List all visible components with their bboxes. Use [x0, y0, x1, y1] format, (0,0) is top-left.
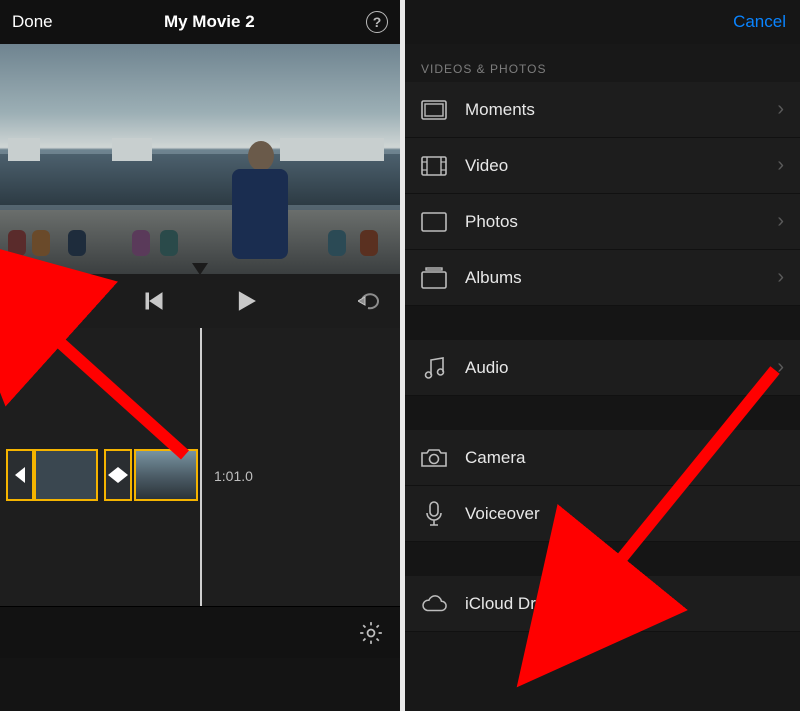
row-moments[interactable]: Moments ›: [405, 82, 800, 138]
video-icon: [421, 155, 447, 177]
project-title: My Movie 2: [164, 12, 255, 32]
audio-icon: [421, 357, 447, 379]
chevron-right-icon: ›: [777, 154, 784, 177]
row-photos[interactable]: Photos ›: [405, 194, 800, 250]
microphone-icon: [421, 503, 447, 525]
row-label: Voiceover: [465, 504, 784, 524]
row-icloud-drive[interactable]: iCloud Drive: [405, 576, 800, 632]
timeline[interactable]: 1:01.0: [0, 328, 400, 658]
row-label: Camera: [465, 448, 784, 468]
done-button[interactable]: Done: [12, 12, 53, 32]
row-video[interactable]: Video ›: [405, 138, 800, 194]
media-list: Moments › Video › Photos › Albums ›: [405, 82, 800, 306]
row-label: Video: [465, 156, 759, 176]
chevron-right-icon: ›: [777, 356, 784, 379]
albums-icon: [421, 267, 447, 289]
preview-image-sea: [0, 154, 400, 205]
transport-bar: +: [0, 274, 400, 328]
cloud-icon: [421, 593, 447, 615]
preview-image-building: [112, 138, 152, 161]
clip-handle-icon: [118, 467, 128, 483]
row-camera[interactable]: Camera: [405, 430, 800, 486]
preview-image-person: [232, 141, 290, 271]
chevron-right-icon: ›: [777, 98, 784, 121]
cancel-button[interactable]: Cancel: [733, 12, 786, 32]
chevron-right-icon: ›: [777, 266, 784, 289]
settings-button[interactable]: [358, 620, 384, 646]
timeline-clip[interactable]: [104, 449, 132, 501]
cloud-list: iCloud Drive: [405, 576, 800, 632]
clip-handle-icon: [15, 467, 25, 483]
chevron-right-icon: ›: [777, 210, 784, 233]
play-button[interactable]: [230, 285, 262, 317]
preview-image-building: [8, 138, 40, 161]
play-icon: [235, 290, 257, 312]
imovie-editor-panel: Done My Movie 2 ? +: [0, 0, 400, 711]
editor-header: Done My Movie 2 ?: [0, 0, 400, 44]
editor-footer: [0, 606, 400, 658]
add-media-button[interactable]: +: [14, 285, 46, 317]
undo-icon: [358, 291, 382, 311]
browser-header: Cancel: [405, 0, 800, 44]
row-label: Audio: [465, 358, 759, 378]
timeline-clip[interactable]: [34, 449, 98, 501]
media-browser-panel: Cancel VIDEOS & PHOTOS Moments › Video ›…: [405, 0, 800, 711]
section-title-media: VIDEOS & PHOTOS: [405, 44, 800, 82]
row-label: Moments: [465, 100, 759, 120]
row-label: iCloud Drive: [465, 594, 784, 614]
help-button[interactable]: ?: [366, 11, 388, 33]
timeline-clip[interactable]: [6, 449, 34, 501]
moments-icon: [421, 99, 447, 121]
audio-list: Audio ›: [405, 340, 800, 396]
camera-icon: [421, 447, 447, 469]
preview-viewer[interactable]: [0, 44, 400, 274]
row-audio[interactable]: Audio ›: [405, 340, 800, 396]
row-voiceover[interactable]: Voiceover: [405, 486, 800, 542]
timeline-clip[interactable]: [134, 449, 198, 501]
help-icon: ?: [373, 14, 382, 30]
preview-image-building: [280, 138, 384, 161]
row-albums[interactable]: Albums ›: [405, 250, 800, 306]
skip-start-icon: [144, 291, 164, 311]
skip-start-button[interactable]: [138, 285, 170, 317]
photos-icon: [421, 211, 447, 233]
gear-icon: [358, 620, 384, 646]
timecode-label: 1:01.0: [214, 468, 253, 484]
clip-handle-icon: [108, 467, 118, 483]
undo-button[interactable]: [354, 285, 386, 317]
row-label: Photos: [465, 212, 759, 232]
row-label: Albums: [465, 268, 759, 288]
playhead-marker-icon: [192, 263, 208, 274]
capture-list: Camera Voiceover: [405, 430, 800, 542]
